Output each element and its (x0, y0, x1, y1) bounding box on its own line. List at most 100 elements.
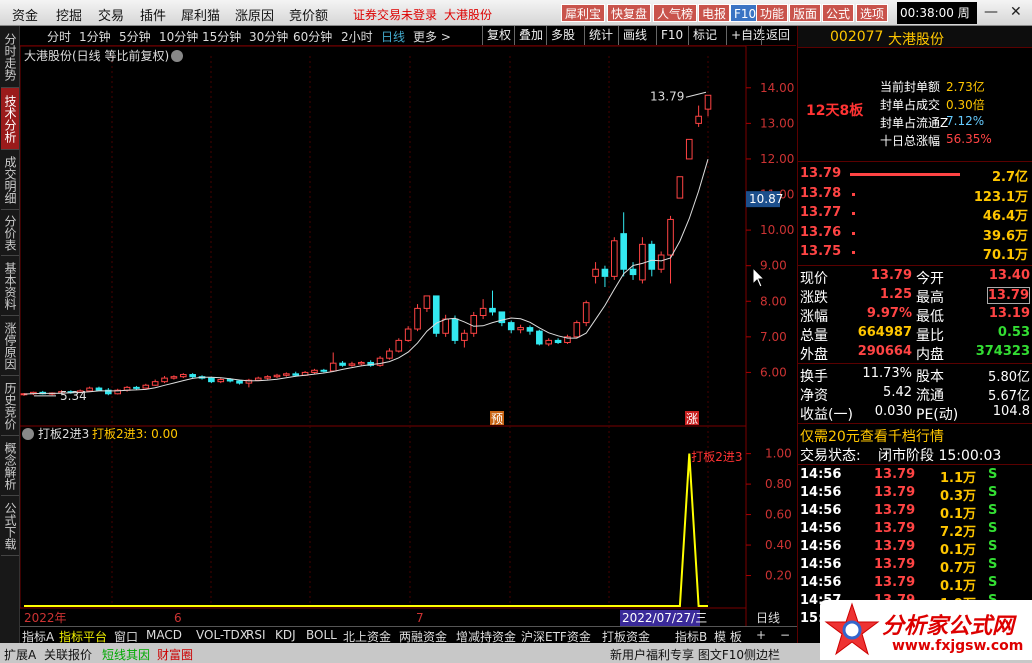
chart-tool-8[interactable]: 返回 (761, 26, 794, 45)
main-chart-title: 大港股份(日线 等比前复权) (24, 48, 169, 63)
sidebar-tab-3[interactable]: 分价表 (1, 210, 19, 256)
indicator-axis-label: 0.60 (765, 508, 792, 522)
sidebar-tab-1[interactable]: 技术分析 (1, 88, 19, 150)
sidebar-tab-2[interactable]: 成交明细 (1, 150, 19, 210)
seal-value-1: 0.30倍 (946, 98, 985, 112)
period-tab-5[interactable]: 30分钟 (249, 28, 288, 45)
chart-tool-3[interactable]: 统计 (584, 26, 617, 45)
chart-tool-5[interactable]: F10 (656, 26, 687, 45)
candle (358, 361, 365, 366)
candle (179, 373, 187, 379)
bottom-tab-15[interactable]: + (756, 628, 766, 642)
candle (695, 105, 702, 127)
menu-chajian[interactable]: 插件 (140, 5, 166, 24)
top-button-6[interactable]: 版面 (789, 4, 822, 22)
top-button-5[interactable]: 功能 (756, 4, 789, 22)
kline-chart[interactable]: 大港股份(日线 等比前复权)14.0013.0012.0011.0010.009… (19, 45, 797, 626)
status-ext-a[interactable]: 扩展A (4, 646, 36, 663)
status-right-text[interactable]: 新用户福利专享 图文F10侧边栏 (610, 646, 780, 663)
notice-stock[interactable]: 大港股份 (444, 6, 492, 23)
seal-value-0: 2.73亿 (946, 80, 985, 94)
tick-side-1: S (988, 485, 998, 500)
price-axis-label: 12.00 (760, 152, 794, 166)
seal-label-2: 封单占流通Z (880, 116, 949, 130)
bottom-tab-16[interactable]: − (780, 628, 790, 642)
sidebar-tab-6[interactable]: 历史竞价 (1, 376, 19, 436)
period-tab-9[interactable]: 更多 > (413, 28, 451, 45)
quote-label2-2: 最低 (916, 309, 944, 325)
menu-wajue[interactable]: 挖掘 (56, 5, 82, 24)
chart-area[interactable]: 大港股份(日线 等比前复权)14.0013.0012.0011.0010.009… (19, 45, 797, 626)
indicator-axis-label: 0.40 (765, 538, 792, 552)
candle (479, 299, 487, 320)
fund-value2-2: 104.8 (992, 404, 1030, 419)
period-tab-6[interactable]: 60分钟 (293, 28, 332, 45)
menu-zhangyuanyin[interactable]: 涨原因 (235, 5, 274, 24)
quote-label2-4: 内盘 (916, 347, 944, 363)
candle (639, 237, 646, 284)
bottom-tab-5[interactable]: RSI (246, 628, 266, 642)
chart-tool-1[interactable]: 叠加 (514, 26, 547, 45)
indicator-frame (19, 425, 747, 609)
period-tab-7[interactable]: 2小时 (341, 28, 373, 45)
tick-side-5: S (988, 557, 998, 572)
bottom-tab-7[interactable]: BOLL (306, 628, 337, 642)
chart-tool-2[interactable]: 多股 (546, 26, 579, 45)
menu-zijin[interactable]: 资金 (12, 5, 38, 24)
period-tab-0[interactable]: 分时 (47, 28, 71, 45)
chart-tool-4[interactable]: 画线 (618, 26, 651, 45)
main-chart-frame (19, 45, 747, 427)
top-button-7[interactable]: 公式 (822, 4, 855, 22)
top-button-3[interactable]: 电报 (698, 4, 731, 22)
logo-text: 分析家公式网 (882, 614, 1015, 639)
sidebar-tab-8[interactable]: 公式下载 (1, 496, 19, 556)
bottom-tab-3[interactable]: MACD (146, 628, 182, 642)
menu-jiaoyi[interactable]: 交易 (98, 5, 124, 24)
candle (461, 329, 468, 348)
status-wealth-circle[interactable]: 财富圈 (157, 646, 193, 663)
top-button-0[interactable]: 犀利宝 (561, 4, 606, 22)
chart-tool-6[interactable]: 标记 (688, 26, 721, 45)
tick-side-0: S (988, 467, 998, 482)
bottom-tab-4[interactable]: VOL-TDX (196, 628, 248, 642)
minimize-icon[interactable]: — (984, 4, 998, 20)
promo-link[interactable]: 仅需20元查看千档行情 (800, 426, 944, 446)
menu-jingjiae[interactable]: 竞价额 (289, 5, 328, 24)
indicator-dropdown-icon[interactable] (22, 428, 34, 440)
close-icon[interactable]: ✕ (1010, 4, 1022, 20)
sidebar-tab-5[interactable]: 涨停原因 (1, 316, 19, 376)
candle (498, 311, 506, 327)
candle (545, 338, 553, 347)
chart-tool-0[interactable]: 复权 (482, 26, 515, 45)
top-button-1[interactable]: 快复盘 (607, 4, 652, 22)
clock: 00:38:00 周六 (897, 2, 977, 42)
tick-side-6: S (988, 575, 998, 590)
price-axis-label: 14.00 (760, 81, 794, 95)
bottom-tab-6[interactable]: KDJ (275, 628, 296, 642)
bid-volume-4: 70.1万 (982, 248, 1028, 263)
period-tab-8[interactable]: 日线 (381, 28, 405, 45)
candle (142, 383, 150, 389)
login-notice[interactable]: 证券交易未登录 (353, 6, 437, 23)
menu-xilimao[interactable]: 犀利猫 (181, 5, 220, 24)
status-short-gene[interactable]: 短线其因 (102, 646, 150, 663)
date-label-6: 6 (174, 611, 182, 625)
tick-price-3: 13.79 (874, 521, 916, 536)
sidebar-tab-0[interactable]: 分时走势 (1, 26, 19, 88)
period-tab-2[interactable]: 5分钟 (119, 28, 151, 45)
price-axis-label: 10.00 (760, 223, 794, 237)
top-button-2[interactable]: 人气榜 (653, 4, 698, 22)
date-corner-label[interactable]: 日线 (756, 611, 780, 625)
seal-label-1: 封单占成交 (880, 98, 941, 112)
sidebar-tab-4[interactable]: 基本资料 (1, 256, 19, 316)
top-button-8[interactable]: 选项 (856, 4, 889, 22)
status-related-quote[interactable]: 关联报价 (44, 646, 92, 663)
period-tab-4[interactable]: 15分钟 (202, 28, 241, 45)
title-dropdown-icon[interactable] (171, 50, 183, 62)
tick-time-5: 14:56 (800, 557, 842, 572)
sidebar-tab-7[interactable]: 概念解析 (1, 436, 19, 496)
period-tab-1[interactable]: 1分钟 (79, 28, 111, 45)
period-tab-3[interactable]: 10分钟 (159, 28, 198, 45)
candle (685, 138, 693, 160)
price-axis-label: 6.00 (760, 365, 787, 379)
